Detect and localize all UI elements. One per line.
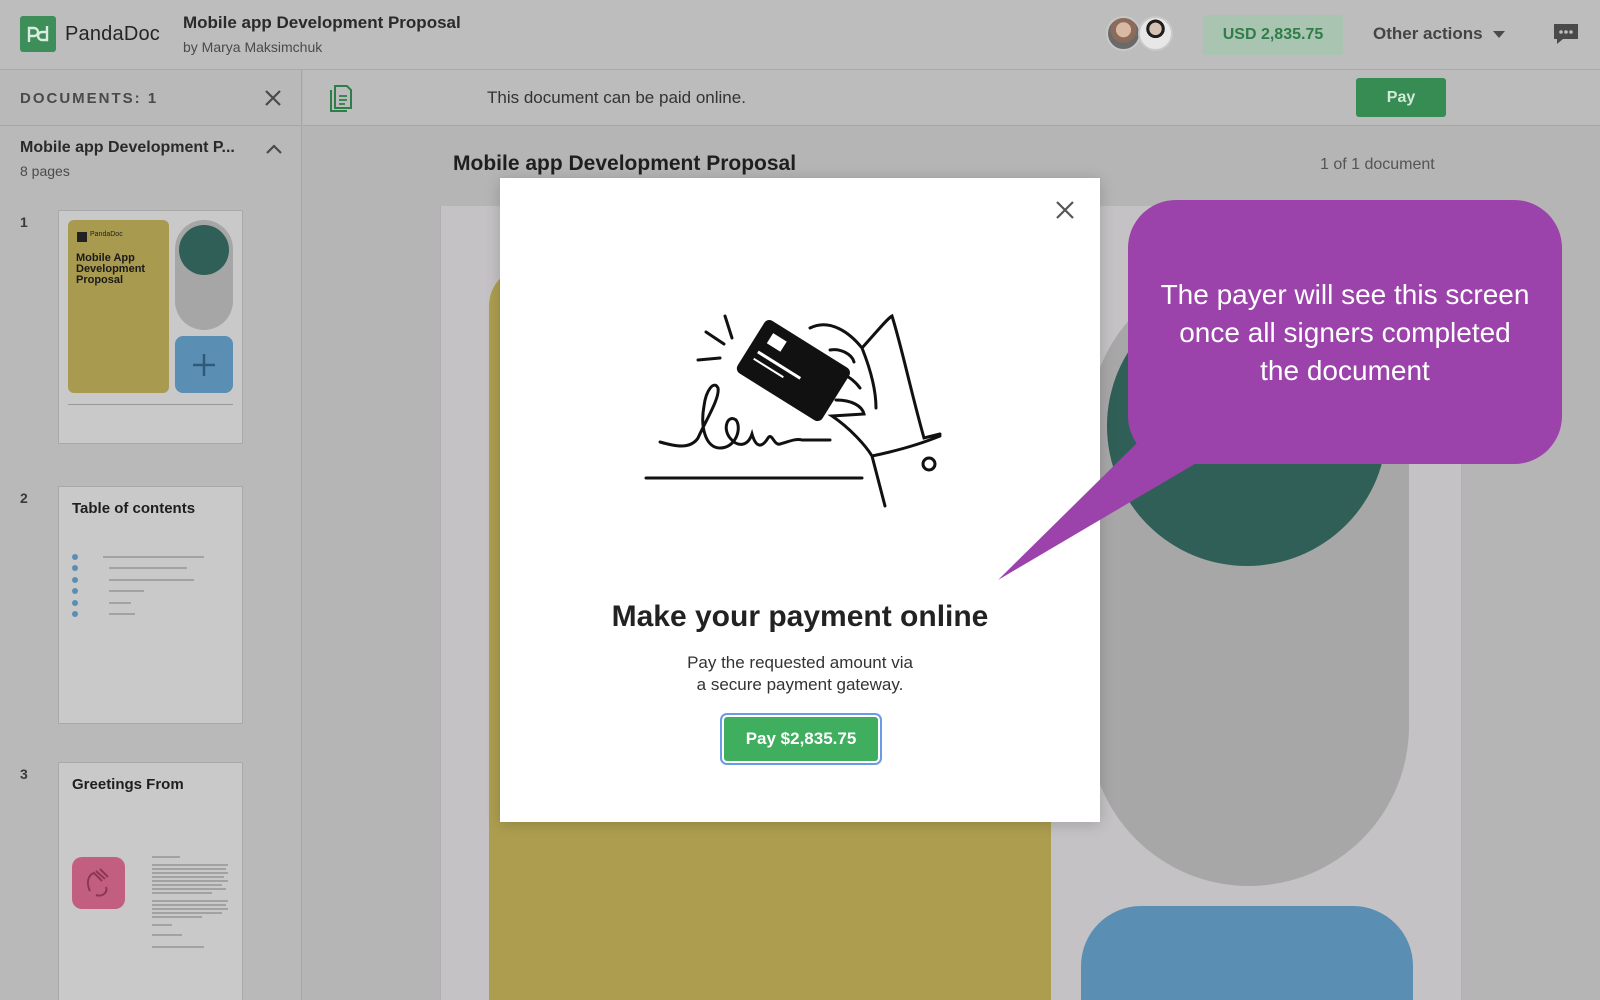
callout-line: once all signers completed: [1179, 317, 1511, 348]
chevron-down-icon: [1492, 30, 1505, 38]
sidebar-document-name[interactable]: Mobile app Development P...: [20, 139, 235, 157]
avatar[interactable]: [1106, 16, 1141, 51]
thumb-title: Table of contents: [72, 500, 196, 517]
document-author: by Marya Maksimchuk: [183, 39, 323, 55]
modal-subtitle-line: Pay the requested amount via: [687, 653, 913, 672]
pandadoc-logo-icon: [20, 16, 56, 52]
logo-text: PandaDoc: [65, 22, 160, 45]
close-icon[interactable]: [263, 88, 283, 108]
page-thumbnail-3[interactable]: Greetings From: [58, 762, 243, 1000]
modal-subtitle: Pay the requested amount via a secure pa…: [500, 652, 1100, 696]
payment-notice-bar: This document can be paid online. Pay: [303, 70, 1600, 126]
cover-blue-tile: [1081, 906, 1413, 1000]
pandadoc-logo[interactable]: PandaDoc: [20, 16, 160, 52]
documents-sidebar: DOCUMENTS: 1 Mobile app Development P...…: [0, 70, 302, 1000]
chat-icon[interactable]: [1552, 22, 1580, 46]
modal-subtitle-line: a secure payment gateway.: [696, 675, 904, 694]
thumb-pill-shape: [175, 220, 233, 330]
document-icon: [330, 85, 352, 112]
other-actions-menu[interactable]: Other actions: [1373, 24, 1505, 44]
callout-text: The payer will see this screen once all …: [1128, 276, 1562, 390]
page-thumbnail-2[interactable]: Table of contents: [58, 486, 243, 724]
thumb-cover-panel: PandaDoc Mobile App Development Proposal: [68, 220, 169, 393]
avatar[interactable]: [1138, 16, 1173, 51]
top-bar: PandaDoc Mobile app Development Proposal…: [0, 0, 1600, 70]
document-title: Mobile app Development Proposal: [183, 13, 461, 32]
modal-title: Make your payment online: [611, 600, 989, 633]
callout-line: the document: [1260, 355, 1430, 386]
thumb-title: Mobile App Development Proposal: [76, 252, 146, 286]
toc-lines: [72, 554, 204, 617]
page-number: 1: [20, 214, 28, 230]
chevron-up-icon[interactable]: [264, 142, 284, 156]
thumb-circle-shape: [179, 225, 229, 275]
callout-line: The payer will see this screen: [1160, 279, 1530, 310]
page-title: Mobile app Development Proposal: [453, 152, 797, 175]
sidebar-header: DOCUMENTS: 1: [0, 70, 301, 126]
page-number: 2: [20, 490, 28, 506]
other-actions-label: Other actions: [1373, 24, 1483, 43]
annotation-callout: The payer will see this screen once all …: [1128, 200, 1562, 464]
pandadoc-logo-icon: [77, 232, 87, 242]
hand-wave-icon: [72, 857, 125, 909]
greeting-text-lines: [152, 856, 228, 948]
thumb-title: Greetings From: [72, 776, 184, 793]
page-thumbnail-1[interactable]: PandaDoc Mobile App Development Proposal: [58, 210, 243, 444]
close-icon[interactable]: [1053, 198, 1077, 222]
page-number: 3: [20, 766, 28, 782]
pay-amount-button[interactable]: Pay $2,835.75: [724, 717, 878, 761]
thumb-plus-tile: [175, 336, 233, 393]
payment-modal: Make your payment online Pay the request…: [500, 178, 1100, 822]
divider: [68, 404, 233, 405]
plus-icon: [193, 354, 215, 376]
document-counter: 1 of 1 document: [1320, 156, 1435, 173]
documents-count: DOCUMENTS: 1: [20, 90, 159, 107]
notice-text: This document can be paid online.: [487, 88, 746, 107]
price-badge: USD 2,835.75: [1203, 15, 1343, 55]
thumb-logo-text: PandaDoc: [90, 231, 123, 238]
sidebar-page-count: 8 pages: [20, 163, 70, 179]
payment-card-illustration: [644, 313, 942, 508]
pay-button[interactable]: Pay: [1356, 78, 1446, 117]
